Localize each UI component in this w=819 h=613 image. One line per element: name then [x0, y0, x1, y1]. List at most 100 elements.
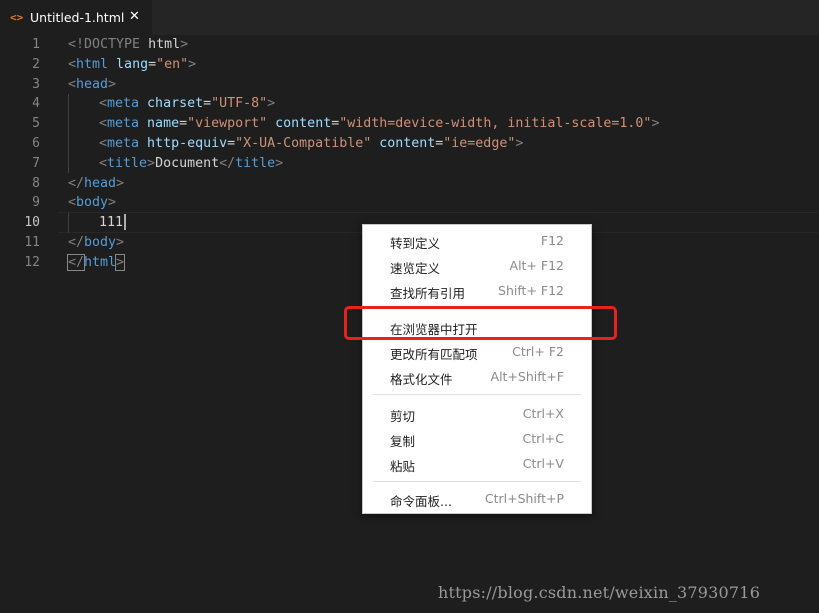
- menu-item-format-document[interactable]: 格式化文件 Alt+Shift+F: [363, 365, 591, 389]
- line-number: 4: [32, 96, 40, 112]
- tag-name: head: [84, 175, 117, 191]
- menu-item-peek-definition[interactable]: 速览定义 Alt+ F12: [363, 254, 591, 278]
- indent-guide: [68, 94, 69, 173]
- menu-item-paste[interactable]: 粘贴 Ctrl+V: [363, 452, 591, 476]
- line-number: 7: [32, 155, 40, 171]
- text-cursor: [124, 214, 127, 231]
- punct: >: [108, 76, 117, 92]
- punct: <: [68, 56, 77, 72]
- code-line-7: <title>Document</title>: [99, 154, 283, 174]
- line-number: 2: [32, 56, 40, 72]
- punct: =: [179, 116, 188, 132]
- punct: <: [99, 96, 108, 112]
- punct: </: [68, 235, 85, 250]
- punct: <: [99, 136, 108, 151]
- doctype-token: <!DOCTYPE: [68, 37, 141, 52]
- tag-name: html: [84, 254, 117, 270]
- menu-item-label: 速览定义: [390, 261, 441, 276]
- code-line-1: <!DOCTYPE html>: [68, 35, 188, 55]
- punct: >: [147, 155, 156, 171]
- punct: <: [68, 76, 77, 92]
- tab-title: Untitled-1.html: [30, 10, 125, 25]
- tag-name: body: [76, 195, 109, 211]
- menu-item-shortcut: Alt+Shift+F: [490, 369, 564, 384]
- code-line-11: </body>: [68, 233, 124, 253]
- menu-item-shortcut: Ctrl+Shift+P: [484, 491, 564, 506]
- menu-item-cut[interactable]: 剪切 Ctrl+X: [363, 402, 591, 426]
- punct: >: [108, 195, 117, 211]
- punct: >: [116, 235, 125, 250]
- punct: =: [148, 56, 157, 72]
- menu-item-shortcut: F12: [540, 233, 564, 248]
- punct: >: [116, 175, 125, 191]
- tag-name: head: [76, 76, 109, 92]
- line-number: 1: [32, 37, 40, 52]
- text-content: Document: [155, 155, 220, 171]
- punct: >: [651, 116, 660, 132]
- attr-name: content: [371, 136, 436, 151]
- menu-item-shortcut: Ctrl+X: [522, 406, 564, 421]
- tag-name: meta: [107, 136, 140, 151]
- matching-bracket: >: [115, 253, 126, 271]
- punct: <: [99, 116, 108, 132]
- tag-name: title: [235, 155, 276, 171]
- line-number-active: 10: [24, 215, 40, 231]
- code-line-6: <meta http-equiv="X-UA-Compatible" conte…: [99, 134, 523, 154]
- menu-item-label: 格式化文件: [390, 372, 453, 387]
- code-line-10: 111: [99, 213, 127, 233]
- punct: >: [515, 136, 524, 151]
- menu-item-command-palette[interactable]: 命令面板... Ctrl+Shift+P: [363, 487, 591, 511]
- html-file-icon: <>: [10, 11, 24, 24]
- menu-item-label: 查找所有引用: [390, 286, 466, 301]
- line-number: 12: [24, 254, 40, 270]
- tag-name: html: [76, 56, 109, 72]
- attr-value: "width=device-width, initial-scale=1.0": [339, 116, 652, 132]
- menu-item-copy[interactable]: 复制 Ctrl+C: [363, 427, 591, 451]
- indent-guide: [68, 213, 69, 233]
- tab-untitled-1[interactable]: <> Untitled-1.html ✕: [0, 0, 152, 35]
- attr-value: "UTF-8": [211, 96, 268, 112]
- punct: >: [275, 155, 284, 171]
- tag-name: meta: [107, 96, 140, 112]
- tab-bar: <> Untitled-1.html ✕: [0, 0, 819, 35]
- text-content: 111: [99, 215, 124, 231]
- attr-value: "viewport": [187, 116, 268, 132]
- menu-item-go-to-definition[interactable]: 转到定义 F12: [363, 229, 591, 253]
- matching-bracket: </: [66, 253, 86, 271]
- menu-item-label: 粘贴: [390, 459, 416, 474]
- punct: =: [227, 136, 236, 151]
- menu-item-find-all-references[interactable]: 查找所有引用 Shift+ F12: [363, 279, 591, 303]
- attr-name: name: [139, 116, 180, 132]
- menu-item-shortcut: Ctrl+ F2: [512, 344, 564, 359]
- menu-item-shortcut: Alt+ F12: [509, 258, 564, 273]
- line-number: 8: [32, 175, 40, 191]
- attr-name: http-equiv: [139, 136, 228, 151]
- attr-value: "ie=edge": [443, 136, 516, 151]
- code-line-8: </head>: [68, 174, 124, 194]
- punct: <: [68, 195, 77, 211]
- attr-value: "en": [156, 56, 189, 72]
- code-line-12: </html>: [66, 253, 126, 273]
- annotation-highlight-box: [344, 306, 617, 340]
- menu-item-change-all-occurrences[interactable]: 更改所有匹配项 Ctrl+ F2: [363, 340, 591, 364]
- line-number: 3: [32, 76, 40, 92]
- line-number: 5: [32, 116, 40, 132]
- line-number: 9: [32, 195, 40, 211]
- context-menu: 转到定义 F12 速览定义 Alt+ F12 查找所有引用 Shift+ F12…: [362, 224, 592, 514]
- menu-item-shortcut: Shift+ F12: [498, 283, 564, 298]
- menu-item-label: 转到定义: [390, 236, 441, 251]
- tag-name: title: [107, 155, 148, 171]
- close-icon[interactable]: ✕: [129, 9, 140, 24]
- menu-item-shortcut: Ctrl+V: [522, 456, 564, 471]
- attr-name: charset: [139, 96, 204, 112]
- punct: >: [267, 96, 276, 112]
- punct: </: [219, 155, 236, 171]
- menu-separator: [373, 394, 581, 395]
- attr-name: lang: [108, 56, 149, 72]
- menu-item-label: 命令面板...: [390, 494, 452, 509]
- menu-item-label: 更改所有匹配项: [390, 347, 478, 362]
- punct: <: [99, 155, 108, 171]
- menu-item-label: 复制: [390, 434, 416, 449]
- code-line-2: <html lang="en">: [68, 55, 196, 75]
- menu-item-label: 剪切: [390, 409, 416, 424]
